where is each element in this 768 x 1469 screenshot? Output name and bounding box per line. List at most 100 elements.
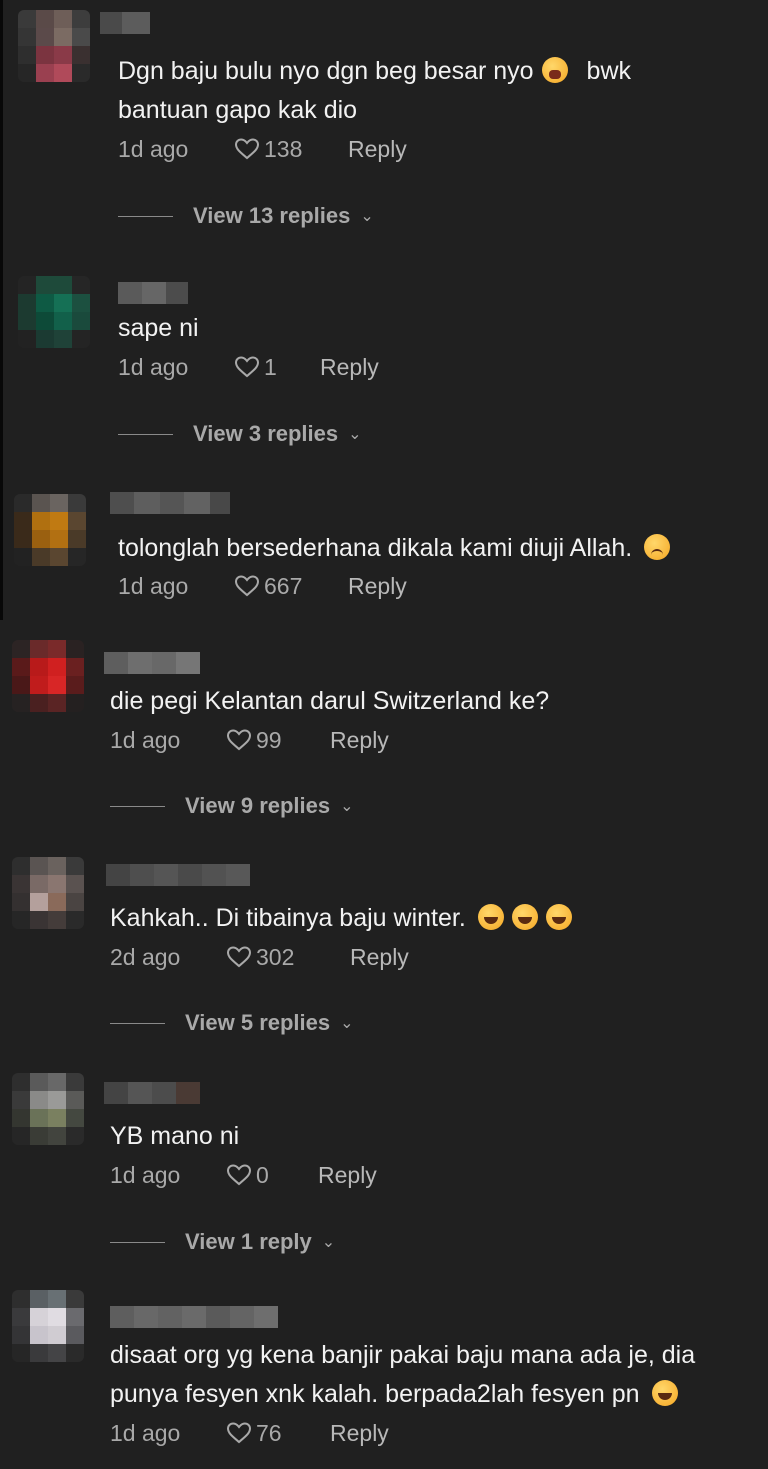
like-button[interactable]: 1 bbox=[234, 354, 320, 381]
comment-text-line1: die pegi Kelantan darul Switzerland ke? bbox=[110, 687, 550, 715]
comment-meta: 1d ago 1 Reply bbox=[118, 352, 379, 382]
heart-icon bbox=[226, 1164, 252, 1186]
comment-time: 1d ago bbox=[118, 572, 189, 599]
avatar[interactable] bbox=[18, 276, 90, 348]
heart-icon bbox=[234, 575, 260, 597]
comments-page: Dgn baju bulu nyo dgn beg besar nyo bwk … bbox=[0, 0, 768, 1469]
view-replies-button[interactable]: View 3 replies ⌄ bbox=[118, 419, 362, 449]
comment-meta: 1d ago 0 Reply bbox=[110, 1160, 377, 1190]
like-count: 302 bbox=[256, 943, 295, 970]
avatar[interactable] bbox=[14, 494, 86, 566]
like-button[interactable]: 76 bbox=[226, 1420, 330, 1447]
username-blurred[interactable] bbox=[118, 282, 188, 304]
comment-meta: 1d ago 99 Reply bbox=[110, 725, 389, 755]
comment-text-line1: disaat org yg kena banjir pakai baju man… bbox=[110, 1341, 696, 1369]
heart-icon bbox=[226, 946, 252, 968]
avatar[interactable] bbox=[12, 1290, 84, 1362]
comment-text: sape ni bbox=[118, 309, 199, 348]
comment-text: Kahkah.. Di tibainya baju winter. bbox=[110, 899, 572, 938]
avatar[interactable] bbox=[12, 640, 84, 712]
comment-meta: 2d ago 302 Reply bbox=[110, 942, 409, 972]
reply-button[interactable]: Reply bbox=[320, 354, 379, 381]
divider-line bbox=[118, 433, 173, 435]
comment-text-line1: YB mano ni bbox=[110, 1122, 240, 1150]
like-button[interactable]: 0 bbox=[226, 1162, 318, 1189]
comment-meta: 1d ago 76 Reply bbox=[110, 1418, 389, 1448]
reply-button[interactable]: Reply bbox=[330, 1420, 389, 1447]
tired-face-emoji-icon bbox=[541, 57, 568, 83]
reply-button[interactable]: Reply bbox=[348, 136, 407, 163]
reply-button[interactable]: Reply bbox=[330, 727, 389, 754]
reply-button[interactable]: Reply bbox=[348, 573, 407, 600]
heart-icon bbox=[226, 1422, 252, 1444]
comment-text-line1: Dgn baju bulu nyo dgn beg besar nyo bbox=[118, 57, 534, 85]
comment-text-line1: tolonglah bersederhana dikala kami diuji… bbox=[118, 534, 633, 562]
comment-text-line1: sape ni bbox=[118, 314, 199, 342]
comment-text: YB mano ni bbox=[110, 1117, 239, 1156]
view-replies-button[interactable]: View 13 replies ⌄ bbox=[118, 201, 374, 231]
view-replies-label: View 5 replies bbox=[185, 1010, 331, 1035]
divider-line bbox=[110, 1241, 165, 1243]
username-blurred[interactable] bbox=[104, 1082, 200, 1104]
chevron-down-icon: ⌄ bbox=[340, 798, 354, 815]
comment-time: 1d ago bbox=[110, 726, 181, 753]
comment-text: Dgn baju bulu nyo dgn beg besar nyo bwk … bbox=[118, 52, 631, 130]
comment-text-line1-tail: bwk bbox=[586, 57, 632, 85]
view-replies-button[interactable]: View 9 replies ⌄ bbox=[110, 791, 354, 821]
like-count: 1 bbox=[264, 353, 277, 380]
comment-text-line1: Kahkah.. Di tibainya baju winter. bbox=[110, 904, 466, 932]
divider-line bbox=[110, 805, 165, 807]
comment-time: 1d ago bbox=[110, 1161, 181, 1188]
username-blurred[interactable] bbox=[100, 12, 150, 34]
left-edge-strip bbox=[0, 0, 3, 620]
comment-meta: 1d ago 667 Reply bbox=[118, 571, 407, 601]
heart-icon bbox=[234, 138, 260, 160]
like-count: 138 bbox=[264, 135, 303, 162]
comment-time: 2d ago bbox=[110, 943, 181, 970]
heart-icon bbox=[234, 356, 260, 378]
view-replies-button[interactable]: View 1 reply ⌄ bbox=[110, 1227, 335, 1257]
username-blurred[interactable] bbox=[106, 864, 250, 886]
avatar[interactable] bbox=[12, 1073, 84, 1145]
divider-line bbox=[110, 1022, 165, 1024]
comment-time: 1d ago bbox=[118, 135, 189, 162]
like-count: 76 bbox=[256, 1419, 282, 1446]
like-button[interactable]: 667 bbox=[234, 573, 348, 600]
like-count: 99 bbox=[256, 726, 282, 753]
username-blurred[interactable] bbox=[104, 652, 200, 674]
chevron-down-icon: ⌄ bbox=[348, 426, 362, 443]
like-button[interactable]: 138 bbox=[234, 136, 348, 163]
chevron-down-icon: ⌄ bbox=[340, 1015, 354, 1032]
view-replies-label: View 13 replies bbox=[193, 203, 351, 228]
comment-text-line2: bantuan gapo kak dio bbox=[118, 96, 358, 124]
comment-meta: 1d ago 138 Reply bbox=[118, 134, 407, 164]
rolling-laughing-emoji-icon bbox=[511, 904, 538, 930]
view-replies-button[interactable]: View 5 replies ⌄ bbox=[110, 1008, 354, 1038]
heart-icon bbox=[226, 729, 252, 751]
comment-time: 1d ago bbox=[110, 1419, 181, 1446]
chevron-down-icon: ⌄ bbox=[360, 208, 374, 225]
disappointed-face-emoji-icon bbox=[644, 534, 671, 560]
comment-text: disaat org yg kena banjir pakai baju man… bbox=[110, 1336, 695, 1414]
view-replies-label: View 3 replies bbox=[193, 421, 339, 446]
username-blurred[interactable] bbox=[110, 1306, 278, 1328]
view-replies-label: View 1 reply bbox=[185, 1229, 312, 1254]
like-count: 667 bbox=[264, 572, 303, 599]
like-count: 0 bbox=[256, 1161, 269, 1188]
like-button[interactable]: 99 bbox=[226, 727, 330, 754]
avatar[interactable] bbox=[12, 857, 84, 929]
tears-of-joy-emoji-icon bbox=[651, 1380, 678, 1406]
chevron-down-icon: ⌄ bbox=[321, 1234, 336, 1251]
comment-text: die pegi Kelantan darul Switzerland ke? bbox=[110, 682, 549, 721]
comment-text-line2: punya fesyen xnk kalah. berpada2lah fesy… bbox=[110, 1380, 640, 1408]
username-blurred[interactable] bbox=[110, 492, 230, 514]
reply-button[interactable]: Reply bbox=[350, 944, 409, 971]
rolling-laughing-emoji-icon bbox=[477, 904, 504, 930]
like-button[interactable]: 302 bbox=[226, 944, 350, 971]
view-replies-label: View 9 replies bbox=[185, 793, 331, 818]
reply-button[interactable]: Reply bbox=[318, 1162, 377, 1189]
comment-time: 1d ago bbox=[118, 353, 189, 380]
rolling-laughing-emoji-icon bbox=[545, 904, 572, 930]
avatar[interactable] bbox=[18, 10, 90, 82]
comment-text: tolonglah bersederhana dikala kami diuji… bbox=[118, 529, 671, 568]
